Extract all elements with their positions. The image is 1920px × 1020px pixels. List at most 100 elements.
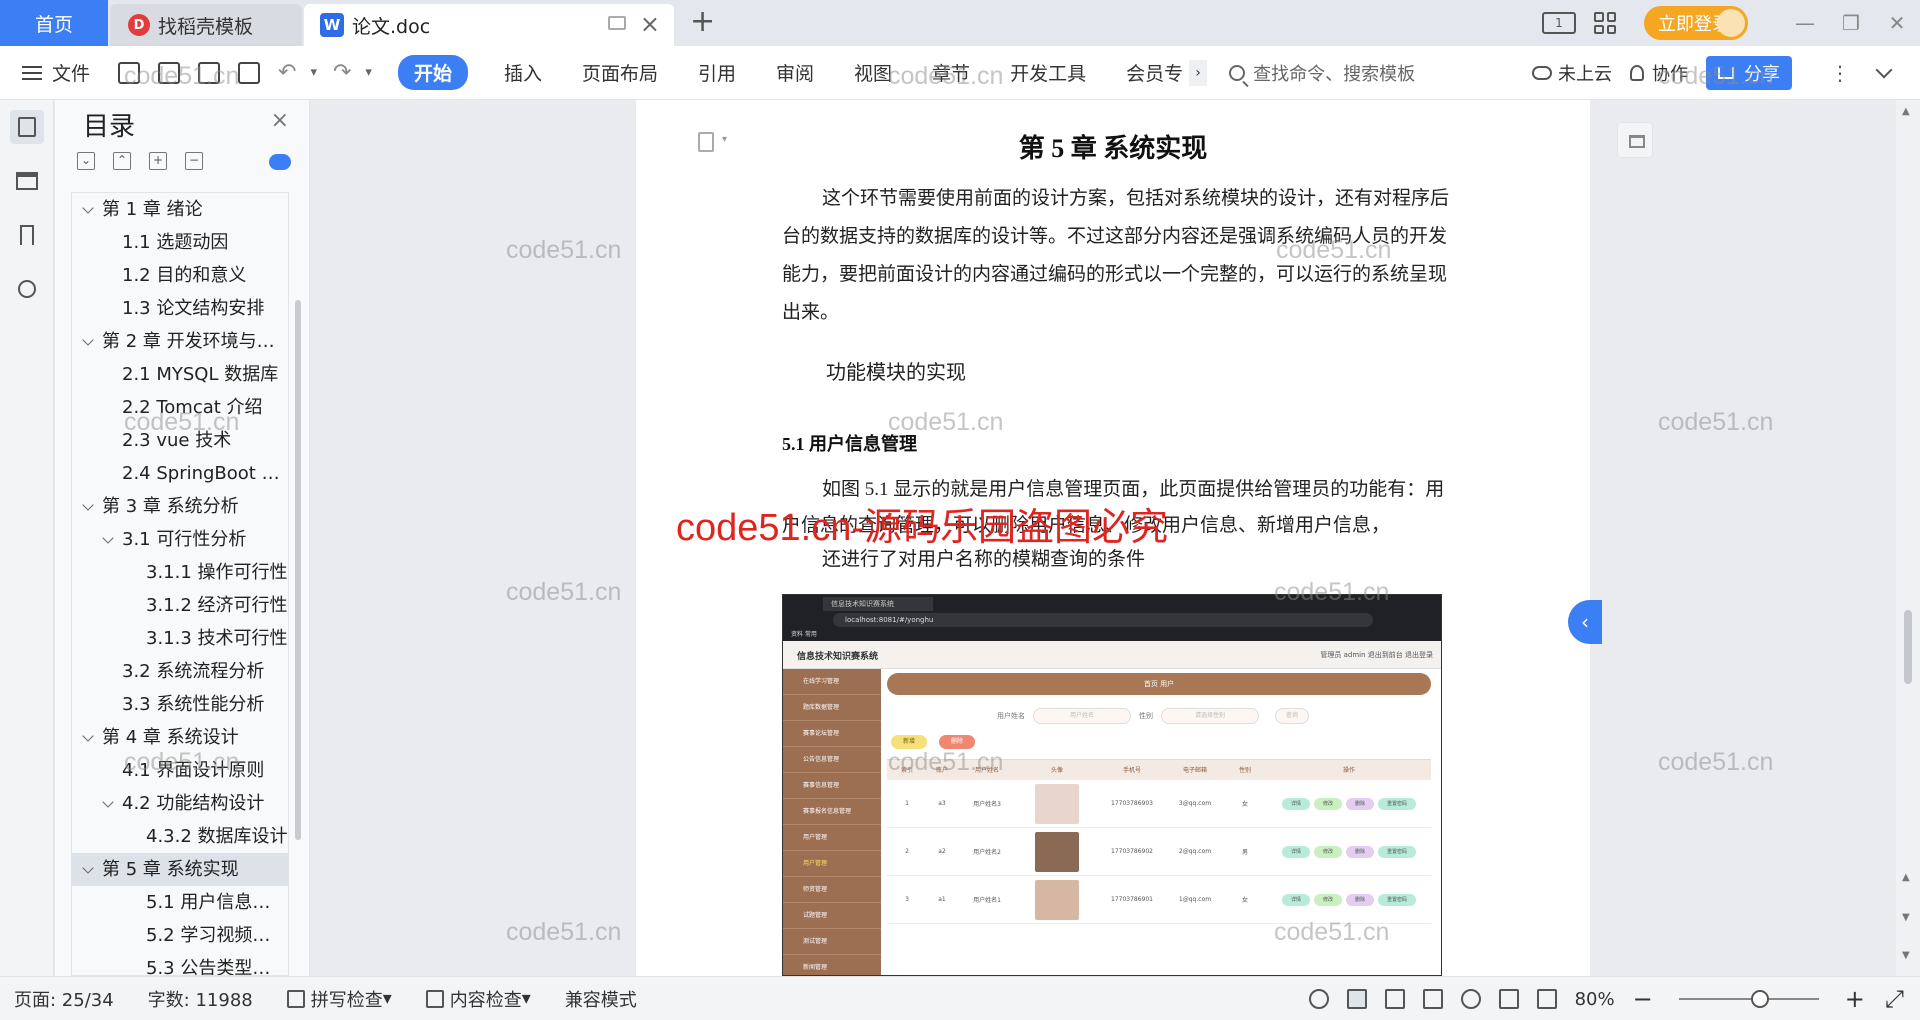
- write-mode-icon[interactable]: [1498, 989, 1519, 1009]
- scroll-thumb[interactable]: [1904, 610, 1912, 684]
- side-tool-icon[interactable]: [1617, 122, 1653, 158]
- expand-chevron-icon[interactable]: [82, 730, 94, 742]
- toc-item[interactable]: 5.2 学习视频管理: [72, 919, 288, 952]
- tab-page-layout[interactable]: 页面布局: [582, 59, 658, 86]
- toc-item[interactable]: 5.3 公告类型管理: [72, 952, 288, 975]
- toc-item[interactable]: 4.3.2 数据库设计: [72, 820, 288, 853]
- tab-view[interactable]: 视图: [854, 59, 892, 86]
- expand-chevron-icon[interactable]: [82, 499, 94, 511]
- expand-chevron-icon[interactable]: [102, 796, 114, 808]
- zoom-in-icon[interactable]: +: [1845, 985, 1865, 1013]
- scroll-up-icon[interactable]: ▲: [1902, 106, 1910, 117]
- file-menu[interactable]: 文件: [22, 59, 90, 86]
- share-button[interactable]: 分享: [1706, 56, 1792, 90]
- tab-templates[interactable]: D 找稻壳模板: [110, 4, 302, 46]
- toc-item[interactable]: 3.1.2 经济可行性: [72, 589, 288, 622]
- toc-item[interactable]: 第 1 章 绪论: [72, 193, 288, 226]
- remove-heading-icon[interactable]: −: [185, 152, 203, 170]
- fullscreen-icon[interactable]: ⤢: [1885, 985, 1904, 1013]
- toc-item[interactable]: 第 5 章 系统实现: [72, 853, 288, 886]
- layout-icon[interactable]: 1: [1542, 12, 1576, 34]
- toc-item[interactable]: 第 2 章 开发环境与技术: [72, 325, 288, 358]
- add-heading-icon[interactable]: +: [149, 152, 167, 170]
- toc-item[interactable]: 3.3 系统性能分析: [72, 688, 288, 721]
- save-icon[interactable]: [118, 61, 141, 84]
- undo-dropdown-icon[interactable]: ▾: [310, 65, 317, 80]
- export-pdf-icon[interactable]: [158, 61, 181, 84]
- expand-chevron-icon[interactable]: [82, 202, 94, 214]
- toc-item[interactable]: 1.2 目的和意义: [72, 259, 288, 292]
- tab-member[interactable]: 会员专: [1126, 59, 1183, 86]
- toc-scrollbar[interactable]: [295, 300, 301, 840]
- navigation-button[interactable]: [10, 164, 44, 198]
- toc-item[interactable]: 第 4 章 系统设计: [72, 721, 288, 754]
- toc-item[interactable]: 3.1.3 技术可行性: [72, 622, 288, 655]
- document-page[interactable]: ▾ 第 5 章 系统实现 这个环节需要使用前面的设计方案，包括对系统模块的设计，…: [636, 100, 1590, 976]
- toc-item[interactable]: 4.1 界面设计原则: [72, 754, 288, 787]
- toc-item[interactable]: 2.3 vue 技术: [72, 424, 288, 457]
- login-button[interactable]: 立即登录: [1644, 6, 1748, 40]
- bookmark-button[interactable]: [10, 218, 44, 252]
- toc-item[interactable]: 第 3 章 系统分析: [72, 490, 288, 523]
- outline-view-icon[interactable]: [1384, 989, 1405, 1009]
- expand-all-icon[interactable]: ⌄: [77, 152, 95, 170]
- tab-start[interactable]: 开始: [397, 55, 468, 90]
- zoom-slider[interactable]: [1678, 990, 1819, 1008]
- more-icon[interactable]: ⋮: [1830, 61, 1850, 85]
- redo-icon[interactable]: ↷: [333, 60, 351, 85]
- close-tab-icon[interactable]: ×: [640, 10, 660, 38]
- toc-item[interactable]: 2.2 Tomcat 介绍: [72, 391, 288, 424]
- toc-item[interactable]: 1.3 论文结构安排: [72, 292, 288, 325]
- undo-icon[interactable]: ↶: [278, 60, 296, 85]
- prev-page-icon[interactable]: ▲: [1902, 872, 1910, 883]
- expand-chevron-icon[interactable]: [82, 862, 94, 874]
- screen-icon[interactable]: [608, 16, 626, 30]
- vertical-scrollbar[interactable]: ▲ ▲ ▼ ▼: [1896, 100, 1920, 976]
- collapse-all-icon[interactable]: ⌃: [113, 152, 131, 170]
- tab-review[interactable]: 审阅: [776, 59, 814, 86]
- collab-button[interactable]: 协作: [1630, 60, 1688, 86]
- toc-item[interactable]: 5.1 用户信息管理: [72, 886, 288, 919]
- zoom-slider-knob[interactable]: [1750, 990, 1769, 1008]
- minimize-icon[interactable]: —: [1782, 11, 1828, 35]
- fit-page-icon[interactable]: [1536, 989, 1557, 1009]
- scroll-down-icon[interactable]: ▼: [1902, 950, 1910, 961]
- print-preview-icon[interactable]: [238, 61, 261, 84]
- next-page-icon[interactable]: ▼: [1902, 912, 1910, 923]
- print-icon[interactable]: [198, 61, 221, 84]
- reading-view-icon[interactable]: [1422, 989, 1443, 1009]
- restore-icon[interactable]: ❐: [1828, 11, 1874, 35]
- expand-chevron-icon[interactable]: [82, 334, 94, 346]
- close-toc-icon[interactable]: ×: [271, 108, 289, 133]
- smart-toc-icon[interactable]: [269, 154, 291, 170]
- collapse-ribbon-icon[interactable]: [1875, 61, 1893, 79]
- toc-item[interactable]: 3.2 系统流程分析: [72, 655, 288, 688]
- expand-chevron-icon[interactable]: [102, 532, 114, 544]
- quick-access-dropdown-icon[interactable]: ▾: [365, 65, 372, 80]
- toc-panel-button[interactable]: [10, 110, 44, 144]
- tab-insert[interactable]: 插入: [504, 59, 542, 86]
- page-view-icon[interactable]: [1346, 989, 1367, 1009]
- command-search[interactable]: 查找命令、搜索模板: [1229, 60, 1415, 86]
- tab-references[interactable]: 引用: [698, 59, 736, 86]
- tab-home[interactable]: 首页: [0, 0, 108, 46]
- toc-item[interactable]: 2.1 MYSQL 数据库: [72, 358, 288, 391]
- eye-protection-icon[interactable]: [1308, 989, 1329, 1009]
- tab-chapter[interactable]: 章节: [932, 59, 970, 86]
- toc-item[interactable]: 3.1 可行性分析: [72, 523, 288, 556]
- new-tab-icon[interactable]: +: [690, 4, 715, 39]
- toc-item[interactable]: 4.2 功能结构设计: [72, 787, 288, 820]
- zoom-level[interactable]: 80%: [1575, 989, 1615, 1010]
- toc-item[interactable]: 1.1 选题动因: [72, 226, 288, 259]
- tab-document[interactable]: W 论文.doc ×: [304, 4, 674, 46]
- close-window-icon[interactable]: ✕: [1874, 11, 1920, 35]
- toc-item[interactable]: 3.1.1 操作可行性: [72, 556, 288, 589]
- find-button[interactable]: [10, 272, 44, 306]
- apps-grid-icon[interactable]: [1594, 12, 1616, 34]
- tab-developer[interactable]: 开发工具: [1010, 59, 1086, 86]
- web-view-icon[interactable]: [1460, 989, 1481, 1009]
- more-tabs-icon[interactable]: ›: [1189, 59, 1208, 86]
- spell-check[interactable]: 拼写检查 ▾: [286, 986, 392, 1012]
- word-count[interactable]: 字数: 11988: [148, 986, 253, 1012]
- toc-item[interactable]: 2.4 SpringBoot 框架: [72, 457, 288, 490]
